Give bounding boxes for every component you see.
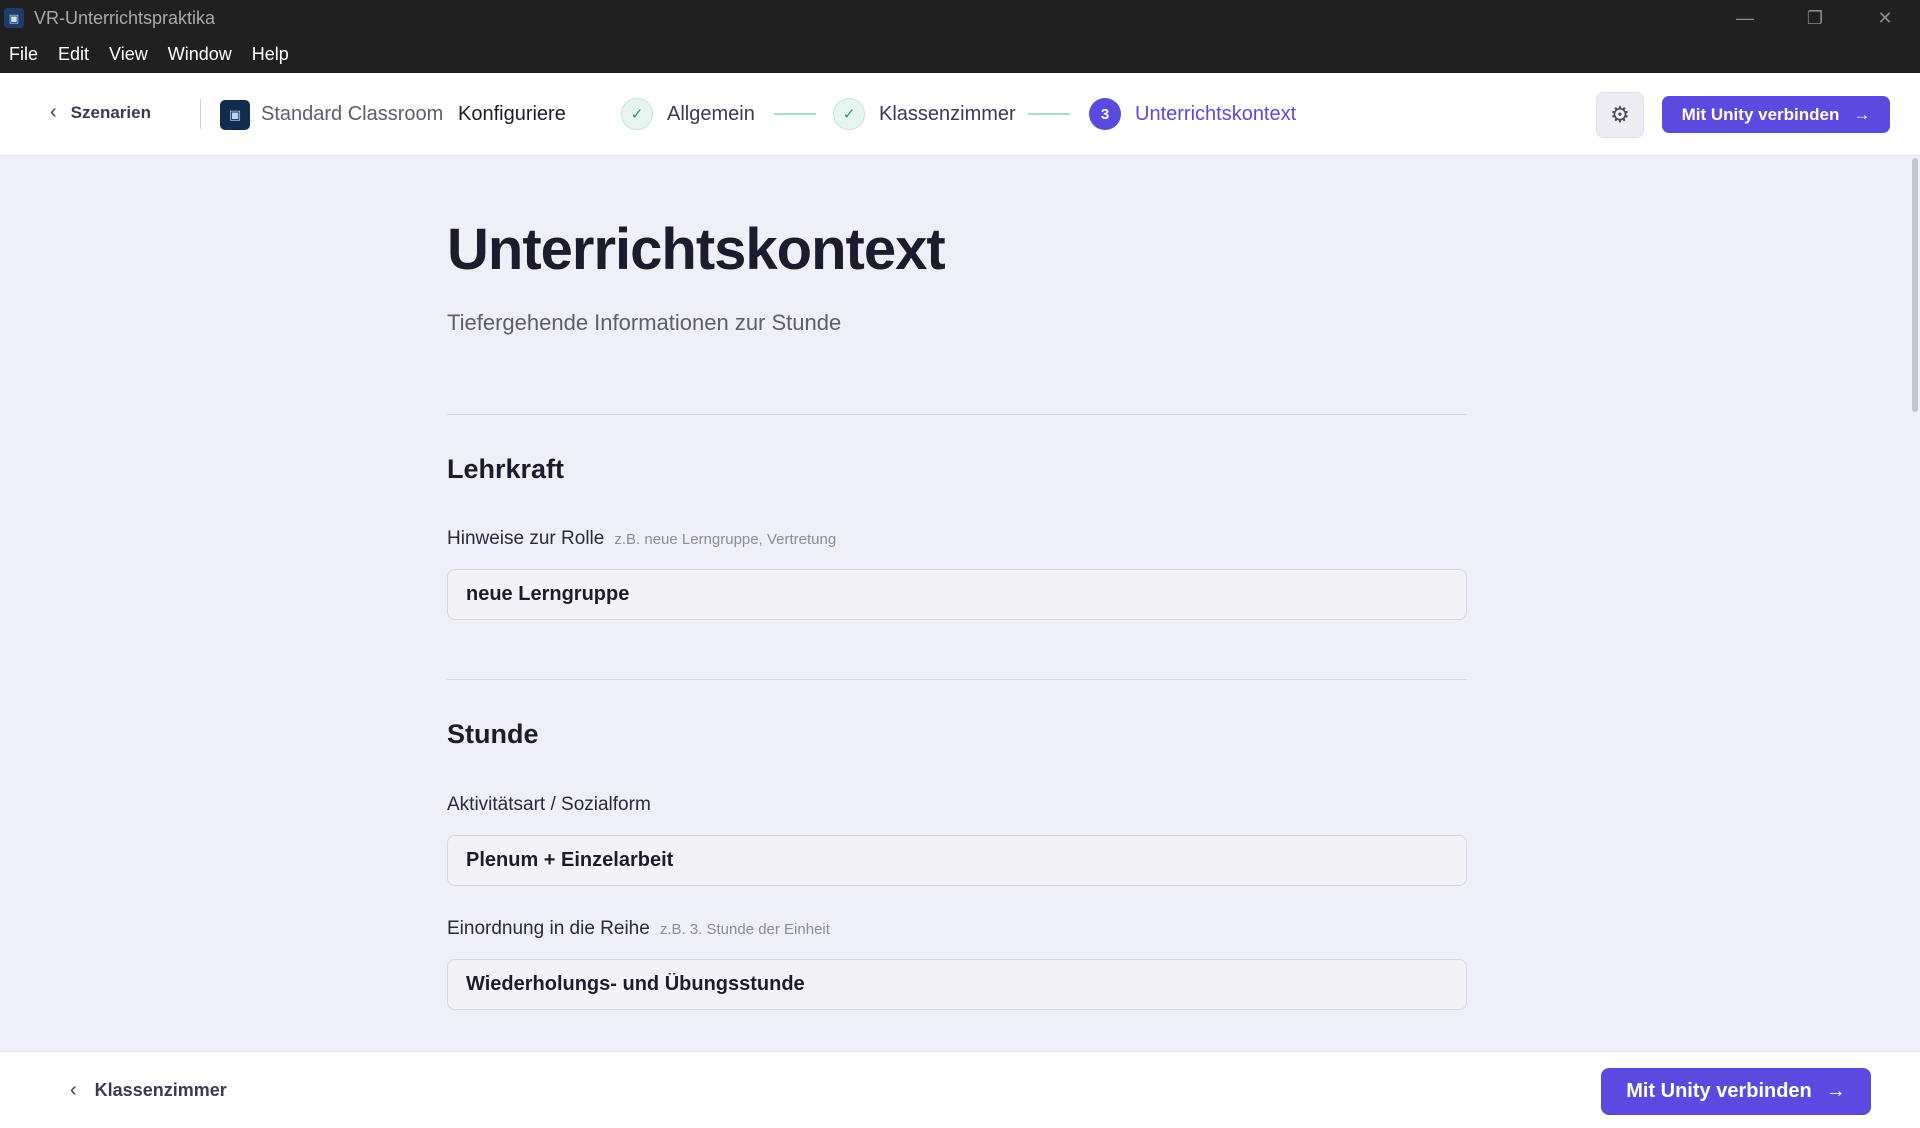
section-title-stunde: Stunde — [447, 719, 539, 749]
step-number-badge: 3 — [1089, 98, 1121, 130]
scenario-logo-icon: ▣ — [220, 100, 250, 130]
menu-file[interactable]: File — [9, 44, 38, 65]
app-header: ‹ Szenarien ▣ Standard Classroom Konfigu… — [0, 73, 1920, 156]
scrollbar-thumb[interactable] — [1912, 158, 1918, 412]
check-icon: ✓ — [833, 98, 865, 130]
back-to-klassenzimmer-button[interactable]: ‹ Klassenzimmer — [70, 1079, 227, 1102]
field-label-aktivitaetsart: Aktivitätsart / Sozialform — [447, 794, 651, 816]
field-label-text: Hinweise zur Rolle — [447, 528, 605, 549]
field-label-text: Einordnung in die Reihe — [447, 918, 650, 939]
header-divider — [200, 99, 201, 129]
field-label-text: Aktivitätsart / Sozialform — [447, 794, 651, 815]
arrow-right-icon: → — [1853, 104, 1871, 124]
field-hint: z.B. 3. Stunde der Einheit — [659, 921, 830, 938]
field-hint: z.B. neue Lerngruppe, Vertretung — [614, 531, 837, 548]
step-klassenzimmer[interactable]: ✓ Klassenzimmer — [833, 98, 1016, 130]
step-connector — [1028, 113, 1070, 115]
connect-unity-footer-button[interactable]: Mit Unity verbinden → — [1601, 1068, 1871, 1115]
chevron-left-icon: ‹ — [50, 101, 57, 123]
close-icon[interactable]: ✕ — [1850, 0, 1920, 36]
rolle-input[interactable] — [447, 569, 1467, 620]
step-unterrichtskontext[interactable]: 3 Unterrichtskontext — [1089, 98, 1296, 130]
section-divider — [447, 679, 1467, 680]
footer-bar: ‹ Klassenzimmer Mit Unity verbinden → — [0, 1051, 1920, 1128]
connect-unity-button[interactable]: Mit Unity verbinden → — [1662, 96, 1890, 133]
footer-back-label: Klassenzimmer — [94, 1080, 227, 1100]
menu-bar: File Edit View Window Help — [0, 36, 1920, 73]
back-to-scenarios-link[interactable]: ‹ Szenarien — [50, 101, 151, 124]
back-link-label: Szenarien — [70, 102, 151, 122]
menu-help[interactable]: Help — [252, 44, 289, 65]
connect-unity-label: Mit Unity verbinden — [1626, 1080, 1812, 1102]
scenario-name: Standard Classroom — [261, 103, 444, 125]
mode-label: Konfiguriere — [458, 103, 566, 125]
step-label: Klassenzimmer — [879, 102, 1016, 125]
menu-view[interactable]: View — [109, 44, 148, 65]
field-label-rolle: Hinweise zur Rolle z.B. neue Lerngruppe, … — [447, 528, 836, 550]
aktivitaetsart-input[interactable] — [447, 835, 1467, 886]
page-subtitle: Tiefergehende Informationen zur Stunde — [447, 310, 842, 335]
step-allgemein[interactable]: ✓ Allgemein — [621, 98, 755, 130]
section-title-lehrkraft: Lehrkraft — [447, 454, 565, 484]
window-title: VR-Unterrichtspraktika — [34, 7, 216, 28]
section-divider — [447, 414, 1467, 415]
menu-edit[interactable]: Edit — [58, 44, 89, 65]
einordnung-input[interactable] — [447, 959, 1467, 1010]
check-icon: ✓ — [621, 98, 653, 130]
step-label: Allgemein — [667, 102, 755, 125]
settings-button[interactable]: ⚙ — [1596, 92, 1644, 138]
step-connector — [774, 113, 816, 115]
arrow-right-icon: → — [1825, 1080, 1846, 1102]
window-controls: — ❐ ✕ — [1710, 0, 1920, 36]
field-label-einordnung: Einordnung in die Reihe z.B. 3. Stunde de… — [447, 918, 830, 940]
app-logo-icon: ▣ — [4, 8, 24, 28]
restore-icon[interactable]: ❐ — [1780, 0, 1850, 36]
page-title: Unterrichtskontext — [447, 217, 946, 282]
title-bar: ▣ VR-Unterrichtspraktika — ❐ ✕ — [0, 0, 1920, 36]
chevron-left-icon: ‹ — [70, 1079, 77, 1101]
gear-icon: ⚙ — [1610, 102, 1630, 127]
minimize-icon[interactable]: — — [1710, 0, 1780, 36]
connect-unity-label: Mit Unity verbinden — [1681, 104, 1840, 124]
menu-window[interactable]: Window — [168, 44, 232, 65]
step-label: Unterrichtskontext — [1135, 102, 1297, 125]
